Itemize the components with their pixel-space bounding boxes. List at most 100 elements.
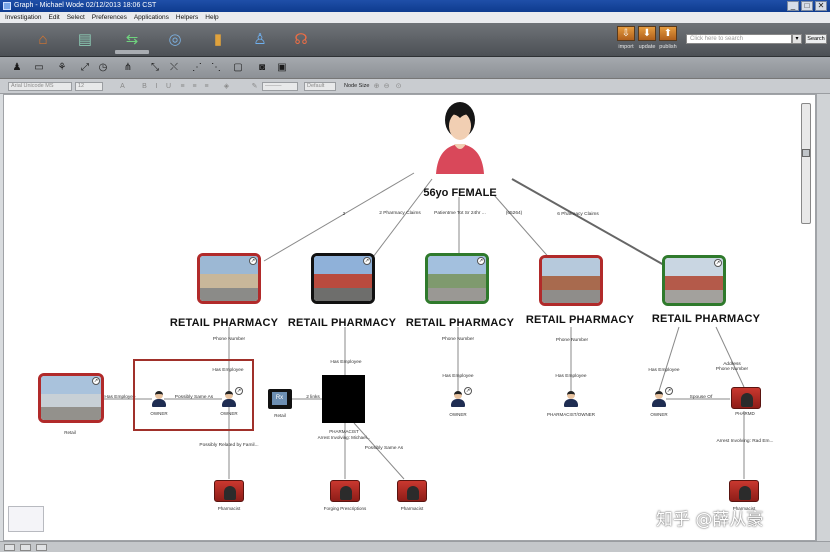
camera-icon[interactable]: ◙ [255, 62, 269, 74]
add-card-icon[interactable]: ▭ [32, 62, 46, 74]
menu-applications[interactable]: Applications [134, 12, 169, 23]
disconnect-icon[interactable]: ⤬ [167, 62, 181, 74]
pharmacy-title-3: RETAIL PHARMACY [405, 317, 515, 329]
search-dropdown[interactable]: ▾ [792, 34, 802, 44]
search-button[interactable]: Search [805, 34, 827, 44]
pharmd-detective-icon[interactable] [731, 387, 761, 409]
document-icon[interactable]: ▤ [74, 29, 96, 49]
pharmacist-redacted-node[interactable] [322, 375, 365, 423]
owner-person-icon-1[interactable] [151, 391, 167, 407]
graph-minimap[interactable] [8, 506, 44, 532]
zoom-slider[interactable] [801, 103, 811, 224]
add-tree-icon[interactable]: ⚘ [55, 62, 69, 74]
bar-chart-icon[interactable]: ▮ [207, 29, 229, 49]
align-center-icon[interactable]: ≡ [190, 82, 199, 91]
status-button-3[interactable] [36, 544, 47, 551]
publish-button[interactable]: ⬆ [659, 26, 677, 41]
link-badge-icon[interactable]: ↗ [363, 257, 371, 265]
menu-select[interactable]: Select [67, 12, 85, 23]
link-badge-icon[interactable]: ↗ [665, 387, 673, 395]
owner-person-icon-4[interactable] [563, 391, 579, 407]
font-family-select[interactable]: Arial Unicode MS [8, 82, 72, 91]
import-button[interactable]: ⇩ [617, 26, 635, 41]
graph-canvas[interactable]: 56yo FEMALE 2 2 Pharmacy Claims Patientm… [3, 94, 816, 541]
menu-preferences[interactable]: Preferences [92, 12, 127, 23]
menu-helpers[interactable]: Helpers [176, 12, 198, 23]
link-badge-icon[interactable]: ↗ [714, 259, 722, 267]
align-left-icon[interactable]: ≡ [178, 82, 187, 91]
pharmacy-photo-2[interactable]: ↗ [311, 253, 375, 304]
status-button-1[interactable] [4, 544, 15, 551]
link-badge-icon[interactable]: ↗ [92, 377, 100, 385]
minimize-button[interactable]: _ [787, 1, 799, 11]
pharmd-caption: PHARMD [735, 411, 755, 416]
edge-label-ph4: Phone Number [555, 338, 589, 343]
link-nodes-icon[interactable]: ⋰ [190, 62, 204, 74]
active-tab-indicator [115, 50, 149, 54]
image-icon[interactable]: ▣ [275, 62, 289, 74]
line-default-select[interactable]: Default [304, 82, 336, 91]
pharmacist-detective-icon-2[interactable] [397, 480, 427, 502]
prescription-icon[interactable] [268, 389, 292, 409]
help-icon[interactable]: ☊ [290, 29, 312, 49]
italic-icon[interactable]: I [152, 82, 161, 91]
forging-detective-icon[interactable] [330, 480, 360, 502]
title-bar: Graph - Michael Wode 02/12/2013 18:06 CS… [0, 0, 830, 12]
font-size-select[interactable]: 12 [75, 82, 103, 91]
node-size-reset-icon[interactable]: ⊙ [394, 82, 403, 91]
edge-label-root-2: 2 Pharmacy Claims [379, 211, 421, 216]
underline-icon[interactable]: U [164, 82, 173, 91]
owner-person-icon-3[interactable] [450, 391, 466, 407]
home-icon[interactable]: ⌂ [32, 29, 54, 49]
add-person-icon[interactable]: ♟ [10, 62, 24, 74]
zoom-slider-knob[interactable] [802, 149, 810, 157]
graph-icon[interactable]: ⇆ [119, 29, 145, 49]
expand-icon[interactable]: ⤡ [148, 62, 162, 74]
retail-photo-left[interactable]: ↗ [38, 373, 104, 423]
font-color-icon[interactable]: A [118, 82, 127, 91]
female-person-icon[interactable] [432, 100, 488, 178]
pharmacy-photo-3[interactable]: ↗ [425, 253, 489, 304]
link-badge-icon[interactable]: ↗ [477, 257, 485, 265]
pharmacy-photo-5[interactable]: ↗ [662, 255, 726, 306]
maximize-button[interactable]: □ [801, 1, 813, 11]
globe-icon[interactable]: ◎ [164, 29, 186, 49]
close-button[interactable]: ✕ [815, 1, 827, 11]
update-button[interactable]: ⬇ [638, 26, 656, 41]
people-icon[interactable]: ♙ [249, 29, 271, 49]
menu-bar: Investigation Edit Select Preferences Ap… [0, 12, 830, 23]
pharmacist-detective-icon-3[interactable] [729, 480, 759, 502]
owner-person-icon-2[interactable] [221, 391, 237, 407]
owner-person-icon-5[interactable] [651, 391, 667, 407]
link-badge-icon[interactable]: ↗ [464, 387, 472, 395]
menu-edit[interactable]: Edit [49, 12, 60, 23]
line-color-icon[interactable]: ✎ [250, 82, 259, 91]
edge-label-has-employee-3: Has Employee [442, 374, 474, 379]
fill-color-icon[interactable]: ◈ [222, 82, 231, 91]
connect-icon[interactable]: ⤢ [78, 62, 92, 74]
search-input[interactable]: Click here to search [686, 34, 792, 44]
edge-label-arrest-2: Arrest Involving: Rad Em... [716, 439, 774, 444]
edge-label-has-employee-5: Has Employee [648, 368, 680, 373]
status-button-2[interactable] [20, 544, 31, 551]
clock-icon[interactable]: ◷ [96, 62, 110, 74]
layout-icon[interactable]: ⋔ [121, 62, 135, 74]
node-size-decrease-icon[interactable]: ⊖ [382, 82, 391, 91]
app-icon [3, 2, 11, 10]
menu-investigation[interactable]: Investigation [5, 12, 42, 23]
merge-nodes-icon[interactable]: ⋱ [209, 62, 223, 74]
pharmacy-title-4: RETAIL PHARMACY [525, 314, 635, 326]
note-icon[interactable]: ▢ [231, 62, 245, 74]
node-size-increase-icon[interactable]: ⊕ [372, 82, 381, 91]
right-scrollbar[interactable] [816, 94, 830, 541]
pharmacy-photo-1[interactable]: ↗ [197, 253, 261, 304]
line-style-select[interactable]: ——— [262, 82, 298, 91]
bold-icon[interactable]: B [140, 82, 149, 91]
owner-caption-3: OWNER [449, 412, 467, 417]
link-badge-icon[interactable]: ↗ [235, 387, 243, 395]
menu-help[interactable]: Help [205, 12, 218, 23]
pharmacy-photo-4[interactable] [539, 255, 603, 306]
link-badge-icon[interactable]: ↗ [249, 257, 257, 265]
align-right-icon[interactable]: ≡ [202, 82, 211, 91]
pharmacist-detective-icon-1[interactable] [214, 480, 244, 502]
